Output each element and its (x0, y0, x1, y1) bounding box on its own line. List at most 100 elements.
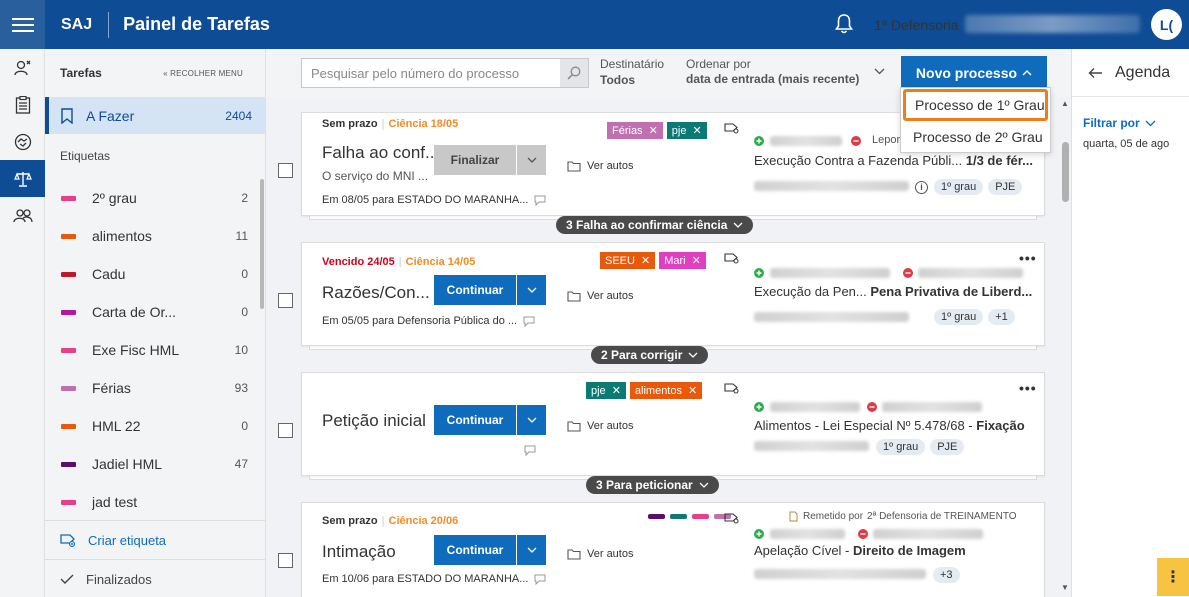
search-input[interactable] (302, 59, 560, 87)
chevron-down-icon (733, 222, 743, 228)
task-checkbox[interactable] (278, 163, 293, 178)
close-icon[interactable]: ✕ (688, 384, 697, 397)
sidebar-item-count: 2404 (225, 108, 252, 123)
finalizar-button[interactable]: Finalizar (434, 145, 516, 175)
sidebar-scrollbar[interactable] (260, 179, 264, 309)
menu-item-processo-1-grau[interactable]: Processo de 1º Grau (903, 89, 1048, 121)
sidebar-tag-item[interactable]: 2º grau 2 (45, 179, 264, 217)
scroll-down-icon[interactable]: ▼ (1061, 583, 1069, 592)
agenda-filter-button[interactable]: Filtrar por (1083, 116, 1156, 130)
comment-icon[interactable] (534, 574, 546, 585)
recipient-filter[interactable]: Destinatário Todos (600, 57, 664, 87)
task-card[interactable]: Sem prazo | Ciência 20/06 Intimação Em 10/… (301, 502, 1045, 597)
task-checkbox[interactable] (278, 423, 293, 438)
tag-chip[interactable]: Mari ✕ (659, 252, 706, 269)
continuar-button[interactable]: Continuar (434, 405, 516, 435)
sort-selector[interactable]: Ordenar por data de entrada (mais recent… (686, 57, 859, 87)
hamburger-menu-button[interactable] (0, 0, 45, 49)
close-icon[interactable]: ✕ (692, 254, 701, 267)
sidebar-tag-item[interactable]: Carta de Or... 0 (45, 293, 264, 331)
ver-autos-link[interactable]: Ver autos (567, 160, 633, 172)
chevron-down-icon[interactable] (874, 68, 885, 75)
ver-autos-link[interactable]: Ver autos (567, 548, 633, 560)
rail-people-button[interactable] (0, 197, 45, 234)
more-options-icon[interactable]: ••• (1019, 250, 1037, 266)
sidebar-tag-item[interactable]: jad test (45, 483, 264, 519)
tag-chip[interactable]: pje ✕ (586, 382, 626, 399)
task-checkbox[interactable] (278, 553, 293, 568)
info-icon[interactable]: i (915, 180, 928, 194)
group-toggle[interactable]: 2 Para corrigir (591, 346, 709, 364)
avatar[interactable]: L( (1151, 9, 1182, 40)
sidebar-tag-item[interactable]: Jadiel HML 47 (45, 445, 264, 483)
tag-chip[interactable]: alimentos ✕ (629, 382, 703, 399)
rail-assign-button[interactable] (0, 49, 45, 86)
sidebar-tag-item[interactable]: Exe Fisc HML 10 (45, 331, 264, 369)
close-icon[interactable]: ✕ (649, 124, 658, 137)
tag-chip[interactable]: Férias ✕ (607, 122, 663, 139)
chevron-up-icon (1022, 70, 1032, 76)
scroll-up-icon[interactable]: ▲ (1061, 99, 1069, 108)
continuar-button[interactable]: Continuar (434, 275, 516, 305)
tag-icon[interactable] (724, 382, 739, 394)
tag-chip[interactable]: pje ✕ (666, 122, 707, 139)
brand-logo[interactable]: SAJ (61, 16, 92, 34)
continuar-button[interactable]: Continuar (434, 535, 516, 565)
close-icon[interactable]: ✕ (641, 254, 650, 267)
defensoria-selector[interactable]: 1ª Defensoria (874, 17, 959, 33)
comment-icon[interactable] (534, 195, 546, 206)
rail-list-button[interactable] (0, 86, 45, 123)
group-toggle[interactable]: 3 Para peticionar (586, 476, 719, 494)
sidebar-tag-item[interactable]: alimentos 11 (45, 217, 264, 255)
search-button[interactable] (560, 59, 588, 87)
tag-icon[interactable] (724, 252, 739, 264)
ver-autos-link[interactable]: Ver autos (567, 290, 633, 302)
main-scrollbar[interactable]: ▲ ▼ (1060, 97, 1071, 597)
minus-circle-icon (867, 402, 877, 412)
task-card[interactable]: Vencido 24/05 | Ciência 14/05 Razões/Con..… (301, 242, 1045, 346)
comment-icon[interactable] (524, 445, 536, 456)
collapse-menu-button[interactable]: « RECOLHER MENU (163, 69, 243, 78)
task-title: Petição inicial (322, 411, 426, 430)
rail-justice-button[interactable] (0, 160, 45, 197)
tag-count: 0 (241, 305, 248, 319)
continuar-dropdown-button[interactable] (517, 275, 546, 305)
card-tag-dots[interactable] (648, 514, 736, 519)
tag-icon[interactable] (724, 512, 739, 524)
task-title: Intimação (322, 542, 396, 561)
task-checkbox[interactable] (278, 293, 293, 308)
more-options-icon[interactable]: ••• (1019, 380, 1037, 396)
continuar-dropdown-button[interactable] (517, 405, 546, 435)
sidebar-tag-item[interactable]: Férias 93 (45, 369, 264, 407)
sidebar-tag-item[interactable]: HML 22 0 (45, 407, 264, 445)
group-toggle[interactable]: 3 Falha ao confirmar ciência (556, 216, 754, 234)
task-card[interactable]: Petição inicial Continuar Ver autos pje ✕… (301, 372, 1045, 476)
rail-handshake-button[interactable] (0, 123, 45, 160)
continuar-dropdown-button[interactable] (517, 535, 546, 565)
scrollbar-thumb[interactable] (1062, 142, 1069, 202)
ver-autos-link[interactable]: Ver autos (567, 420, 633, 432)
sidebar-item-a-fazer[interactable]: A Fazer 2404 (45, 97, 265, 134)
close-icon[interactable]: ✕ (692, 124, 701, 137)
search-icon (567, 66, 581, 80)
comment-icon[interactable] (523, 316, 535, 327)
more-vertical-icon[interactable]: ⋮ (1157, 558, 1189, 596)
arrow-left-icon[interactable] (1088, 67, 1103, 79)
bell-icon[interactable] (835, 13, 853, 35)
process-number-redacted (754, 441, 869, 451)
sidebar-item-finalizados[interactable]: Finalizados (45, 560, 265, 597)
tag-icon[interactable] (724, 122, 739, 134)
menu-item-processo-2-grau[interactable]: Processo de 2º Grau (901, 121, 1050, 153)
close-icon[interactable]: ✕ (612, 384, 621, 397)
tag-count: 2 (241, 191, 248, 205)
badges: 1º grau PJE (876, 439, 969, 455)
tag-chip[interactable]: SEEU ✕ (600, 252, 656, 269)
finalizar-dropdown-button[interactable] (517, 145, 546, 175)
create-tag-button[interactable]: Criar etiqueta (45, 521, 265, 560)
process-subject: Pena Privativa de Liberd... (870, 284, 1033, 299)
icon-rail (0, 49, 45, 597)
new-process-button[interactable]: Novo processo (901, 56, 1047, 89)
tag-chip-label: pje (671, 124, 687, 137)
sidebar-tag-item[interactable]: Cadu 0 (45, 255, 264, 293)
chevron-down-icon (699, 482, 709, 488)
